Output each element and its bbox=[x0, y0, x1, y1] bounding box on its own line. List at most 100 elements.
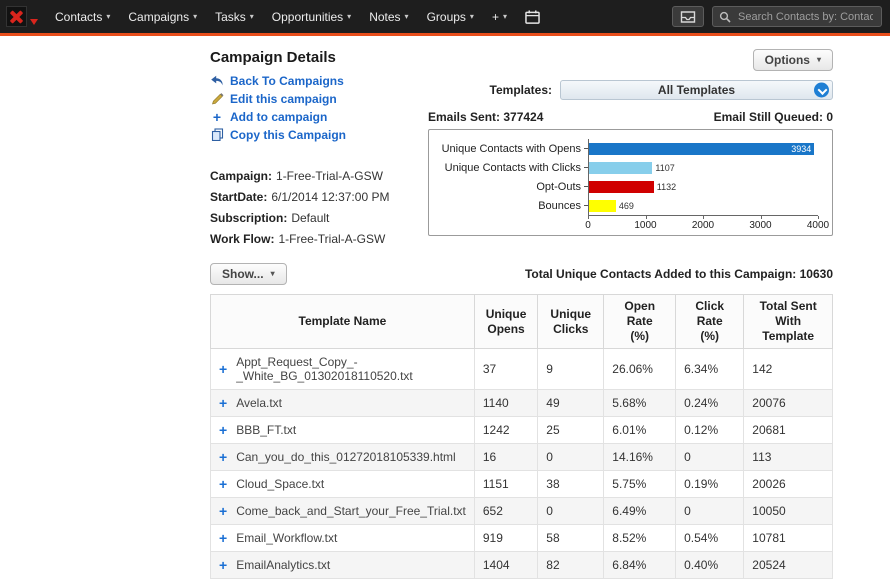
nav-label: Opportunities bbox=[272, 10, 343, 24]
nav-item-tasks[interactable]: Tasks ▾ bbox=[206, 0, 263, 33]
link-label: Add to campaign bbox=[230, 110, 327, 124]
chart-x-tick: 4000 bbox=[807, 220, 829, 231]
nav-label: Tasks bbox=[215, 10, 246, 24]
nav-item-groups[interactable]: Groups ▾ bbox=[418, 0, 483, 33]
cell-open-rate: 8.52% bbox=[604, 525, 676, 552]
nav-item-campaigns[interactable]: Campaigns▾ bbox=[119, 0, 206, 33]
chart-x-tick: 0 bbox=[585, 220, 591, 231]
search-input[interactable] bbox=[736, 10, 875, 24]
plus-icon: + bbox=[210, 111, 224, 123]
chart-bar: 3934 bbox=[589, 143, 814, 155]
nav-label: Groups bbox=[427, 10, 466, 24]
chart-value-label: 469 bbox=[619, 201, 634, 211]
total-contacts-stat: Total Unique Contacts Added to this Camp… bbox=[525, 267, 833, 281]
chart-category-labels: Unique Contacts with OpensUnique Contact… bbox=[439, 139, 588, 216]
emails-sent-stat: Emails Sent: 377424 bbox=[428, 110, 543, 124]
app-logo[interactable] bbox=[6, 6, 38, 27]
template-name: Can_you_do_this_01272018105339.html bbox=[236, 450, 456, 464]
chart-value-label: 1132 bbox=[657, 182, 676, 192]
chart-plot-area: 3934 1107 1132 469 bbox=[588, 139, 818, 216]
template-name: Avela.txt bbox=[236, 396, 282, 410]
calendar-icon bbox=[525, 10, 540, 24]
template-name: Come_back_and_Start_your_Free_Trial.txt bbox=[236, 504, 466, 518]
nav-label: Notes bbox=[369, 10, 400, 24]
chevron-down-icon: ▾ bbox=[271, 270, 275, 278]
link-label: Back To Campaigns bbox=[230, 74, 344, 88]
chevron-down-icon: ▾ bbox=[193, 13, 197, 21]
campaign-stats-panel: Options ▾ Templates: All Templates Email… bbox=[428, 49, 833, 253]
add-template-icon[interactable]: + bbox=[219, 363, 227, 375]
chart-value-label: 1107 bbox=[655, 163, 674, 173]
cell-unique-opens: 37 bbox=[474, 349, 537, 390]
nav-item-contacts[interactable]: Contacts▾ bbox=[46, 0, 119, 33]
cell-click-rate: 0.12% bbox=[676, 417, 744, 444]
page-title: Campaign Details bbox=[210, 49, 428, 66]
table-row: +BBB_FT.txt1242256.01%0.12%20681 bbox=[211, 417, 833, 444]
cell-unique-clicks: 9 bbox=[538, 349, 604, 390]
edit-campaign-link[interactable]: Edit this campaign bbox=[210, 91, 428, 106]
copy-icon bbox=[210, 128, 224, 141]
cell-unique-clicks: 49 bbox=[538, 390, 604, 417]
meta-workflow: Work Flow:1-Free-Trial-A-GSW bbox=[210, 232, 428, 246]
chart-x-tick: 3000 bbox=[749, 220, 771, 231]
cell-open-rate: 5.68% bbox=[604, 390, 676, 417]
cell-unique-opens: 16 bbox=[474, 444, 537, 471]
chart-category-label: Unique Contacts with Opens bbox=[439, 139, 588, 158]
chart-category-label: Opt-Outs bbox=[439, 177, 588, 196]
chevron-down-icon: ▾ bbox=[470, 13, 474, 21]
column-header: Click Rate (%) bbox=[676, 295, 744, 349]
add-template-icon[interactable]: + bbox=[219, 397, 227, 409]
add-template-icon[interactable]: + bbox=[219, 559, 227, 571]
nav-item-notes[interactable]: Notes▾ bbox=[360, 0, 417, 33]
add-template-icon[interactable]: + bbox=[219, 424, 227, 436]
nav-item-opportunities[interactable]: Opportunities▾ bbox=[263, 0, 360, 33]
table-row: + Come_back_and_Start_your_Free_Trial.txt… bbox=[211, 498, 833, 525]
add-template-icon[interactable]: + bbox=[219, 451, 227, 463]
cell-unique-clicks: 25 bbox=[538, 417, 604, 444]
back-to-campaigns-link[interactable]: Back To Campaigns bbox=[210, 73, 428, 88]
cell-unique-opens: 919 bbox=[474, 525, 537, 552]
cell-total-sent: 20026 bbox=[744, 471, 833, 498]
inbox-button[interactable] bbox=[672, 6, 704, 27]
chevron-down-icon: ▾ bbox=[503, 13, 507, 21]
chart-x-axis: 01000200030004000 bbox=[588, 216, 818, 232]
add-to-campaign-link[interactable]: + Add to campaign bbox=[210, 109, 428, 124]
chart-bar-row: 1132 bbox=[589, 177, 818, 196]
options-button[interactable]: Options ▾ bbox=[753, 49, 833, 71]
cell-unique-opens: 1140 bbox=[474, 390, 537, 417]
column-header: Template Name bbox=[211, 295, 475, 349]
cell-open-rate: 6.01% bbox=[604, 417, 676, 444]
table-row: +Email_Workflow.txt919588.52%0.54%10781 bbox=[211, 525, 833, 552]
add-template-icon[interactable]: + bbox=[219, 478, 227, 490]
meta-subscription: Subscription:Default bbox=[210, 211, 428, 225]
cell-unique-clicks: 0 bbox=[538, 444, 604, 471]
nav-item-add[interactable]: +▾ bbox=[483, 0, 516, 33]
nav-label: Contacts bbox=[55, 10, 102, 24]
cell-total-sent: 20524 bbox=[744, 552, 833, 579]
chart-category-label: Bounces bbox=[439, 196, 588, 215]
table-row: +Appt_Request_Copy_-_White_BG_0130201811… bbox=[211, 349, 833, 390]
column-header: Open Rate (%) bbox=[604, 295, 676, 349]
chevron-down-icon: ▾ bbox=[817, 56, 821, 64]
show-button[interactable]: Show... ▾ bbox=[210, 263, 287, 285]
campaign-summary-panel: Campaign Details Back To Campaigns Edit … bbox=[210, 49, 428, 253]
chart-bar-row: 1107 bbox=[589, 158, 818, 177]
add-template-icon[interactable]: + bbox=[219, 532, 227, 544]
chart-bar bbox=[589, 162, 652, 174]
contact-search[interactable] bbox=[712, 6, 882, 27]
chevron-down-icon: ▾ bbox=[250, 13, 254, 21]
dropdown-chevron-icon bbox=[814, 83, 829, 98]
chart-value-label: 3934 bbox=[791, 144, 814, 154]
back-arrow-icon bbox=[210, 75, 224, 87]
copy-campaign-link[interactable]: Copy this Campaign bbox=[210, 127, 428, 142]
templates-dropdown[interactable]: All Templates bbox=[560, 80, 833, 100]
cell-click-rate: 0.54% bbox=[676, 525, 744, 552]
chart-bar bbox=[589, 200, 616, 212]
nav-calendar-button[interactable] bbox=[516, 0, 549, 33]
add-template-icon[interactable]: + bbox=[219, 505, 227, 517]
templates-table: Template NameUnique OpensUnique ClicksOp… bbox=[210, 294, 833, 579]
cell-unique-clicks: 0 bbox=[538, 498, 604, 525]
cell-unique-opens: 1404 bbox=[474, 552, 537, 579]
table-row: +Can_you_do_this_01272018105339.html1601… bbox=[211, 444, 833, 471]
cell-unique-clicks: 82 bbox=[538, 552, 604, 579]
